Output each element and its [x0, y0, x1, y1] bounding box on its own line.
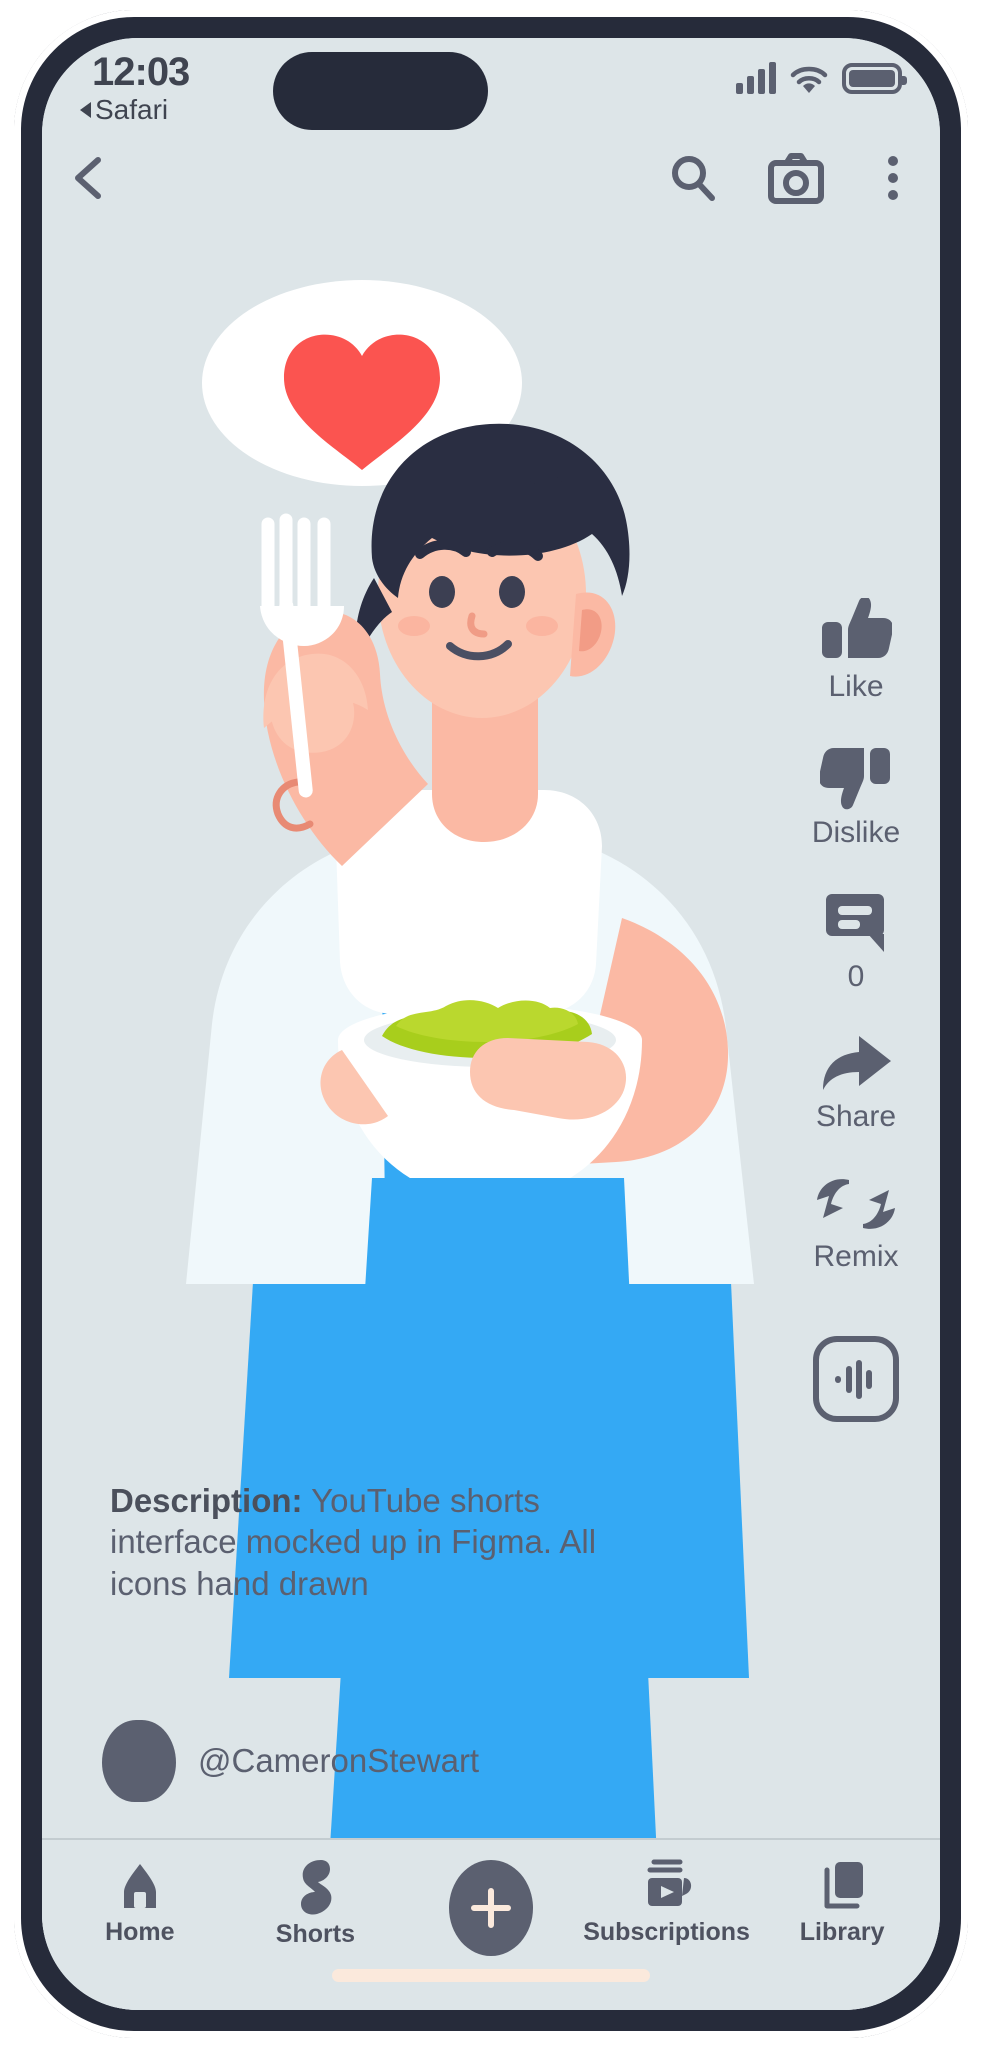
action-rail: Like Dislike 0 Share Remix [790, 598, 922, 1422]
nav-label-home: Home [105, 1918, 175, 1946]
device-screen: 12:03 Safari Like Dislike 0 Share Remix … [42, 38, 940, 2010]
cellular-signal-icon [736, 62, 776, 94]
camera-icon[interactable] [766, 151, 826, 205]
plus-icon [470, 1888, 511, 1928]
battery-icon [842, 63, 907, 94]
status-indicators [736, 62, 907, 94]
channel-row[interactable]: @CameronStewart [102, 1720, 479, 1802]
dislike-label: Dislike [811, 816, 901, 849]
search-icon[interactable] [666, 151, 720, 205]
share-icon [823, 1036, 891, 1090]
nav-label-shorts: Shorts [275, 1920, 355, 1948]
nav-label-subscriptions: Subscriptions [583, 1918, 750, 1946]
dynamic-island [273, 52, 488, 130]
nav-label-library: Library [799, 1918, 885, 1946]
remix-icon [816, 1179, 895, 1229]
thumbs-up-icon [822, 598, 892, 658]
dislike-button[interactable]: Dislike [812, 744, 900, 850]
nav-item-library[interactable]: Library [757, 1858, 927, 1947]
nav-item-subscriptions[interactable]: Subscriptions [582, 1858, 752, 1947]
remix-label: Remix [813, 1240, 899, 1273]
top-nav-bar [42, 134, 940, 222]
like-button[interactable]: Like [820, 598, 892, 704]
screenshot-root: 12:03 Safari Like Dislike 0 Share Remix … [0, 0, 982, 2048]
remix-button[interactable]: Remix [813, 1174, 899, 1274]
sound-wave-icon [835, 1360, 872, 1399]
subscriptions-icon [647, 1859, 691, 1906]
video-description[interactable]: Description: YouTube shorts interface mo… [110, 1480, 670, 1604]
status-back-app-label: Safari [95, 94, 169, 125]
nav-item-home[interactable]: Home [55, 1858, 225, 1947]
home-icon [123, 1864, 156, 1908]
top-nav-actions [666, 150, 914, 206]
comment-button[interactable]: 0 [822, 890, 890, 994]
back-chevron-icon[interactable] [64, 152, 116, 204]
bottom-nav-bar: Home Shorts Subscriptions Library [42, 1838, 940, 2010]
thumbs-down-icon [819, 748, 890, 810]
nav-item-shorts[interactable]: Shorts [230, 1858, 400, 1949]
status-time: 12:03 [92, 50, 190, 94]
wifi-icon [790, 66, 828, 93]
comment-count: 0 [847, 960, 865, 993]
back-triangle-icon [80, 102, 91, 118]
library-icon [824, 1862, 864, 1909]
create-button[interactable] [448, 1860, 533, 1956]
audio-track-button[interactable] [813, 1336, 899, 1422]
channel-handle: @CameronStewart [198, 1742, 480, 1779]
home-indicator[interactable] [332, 1969, 650, 1982]
comment-icon [826, 894, 884, 952]
kebab-menu-icon[interactable] [872, 150, 914, 206]
avatar [102, 1720, 176, 1802]
share-label: Share [815, 1100, 897, 1133]
nav-item-create[interactable] [406, 1858, 576, 1956]
share-button[interactable]: Share [816, 1034, 896, 1134]
shorts-icon [301, 1860, 332, 1915]
status-bar: 12:03 Safari [42, 38, 940, 134]
status-back-to-app[interactable]: Safari [80, 94, 168, 126]
like-label: Like [828, 670, 884, 703]
description-label: Description: [110, 1482, 303, 1519]
